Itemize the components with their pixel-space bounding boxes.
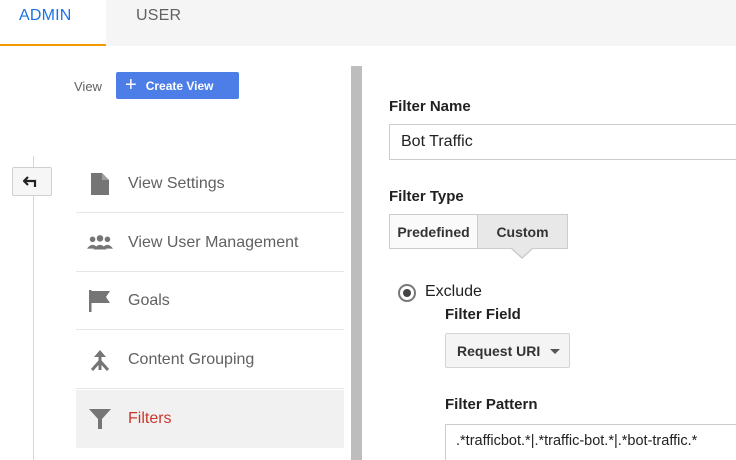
filter-pattern-input[interactable]: .*trafficbot.*|.*traffic-bot.*|.*bot-tra… — [445, 424, 736, 460]
sidebar-item-label: View User Management — [128, 233, 299, 251]
sidebar-item-label: Filters — [128, 410, 172, 427]
top-tab-bar: ADMIN USER — [0, 0, 736, 46]
exclude-label: Exclude — [425, 283, 482, 300]
create-view-button[interactable]: + Create View — [116, 72, 239, 99]
sidebar-item-label: View Settings — [128, 174, 225, 192]
back-arrow-icon — [23, 175, 37, 187]
back-button[interactable] — [12, 167, 52, 196]
radio-dot — [403, 289, 411, 297]
users-icon — [87, 230, 113, 256]
selected-caret-fill — [512, 248, 532, 257]
view-label: View — [74, 79, 102, 94]
sidebar-item-view-settings[interactable]: View Settings — [76, 155, 344, 213]
filter-field-value: Request URI — [457, 342, 541, 359]
flag-icon — [87, 288, 113, 314]
chevron-down-icon — [550, 349, 560, 354]
filter-type-predefined-button[interactable]: Predefined — [389, 214, 478, 249]
filter-pattern-label: Filter Pattern — [445, 396, 538, 413]
content-grouping-icon — [87, 347, 113, 373]
sidebar-item-filters[interactable]: Filters — [76, 390, 344, 448]
filter-icon — [87, 406, 113, 432]
plus-icon: + — [125, 73, 137, 96]
exclude-radio[interactable] — [398, 284, 416, 302]
nav-divider — [33, 156, 34, 460]
filter-name-label: Filter Name — [389, 98, 471, 115]
filter-field-label: Filter Field — [445, 306, 521, 323]
filter-type-custom-button[interactable]: Custom — [478, 214, 568, 249]
panel-scrollbar[interactable] — [351, 66, 362, 460]
document-icon — [87, 171, 113, 197]
tab-admin[interactable]: ADMIN — [0, 0, 106, 46]
sidebar-item-content-grouping[interactable]: Content Grouping — [76, 331, 344, 389]
sidebar-item-label: Content Grouping — [128, 350, 255, 368]
create-view-label: Create View — [145, 78, 214, 93]
filter-name-input[interactable]: Bot Traffic — [389, 124, 736, 160]
filter-field-dropdown[interactable]: Request URI — [445, 333, 570, 368]
filter-type-label: Filter Type — [389, 188, 464, 205]
sidebar-item-label: Goals — [128, 291, 170, 309]
sidebar-item-goals[interactable]: Goals — [76, 272, 344, 330]
sidebar-item-view-user-management[interactable]: View User Management — [76, 214, 344, 272]
tab-user[interactable]: USER — [136, 0, 181, 46]
